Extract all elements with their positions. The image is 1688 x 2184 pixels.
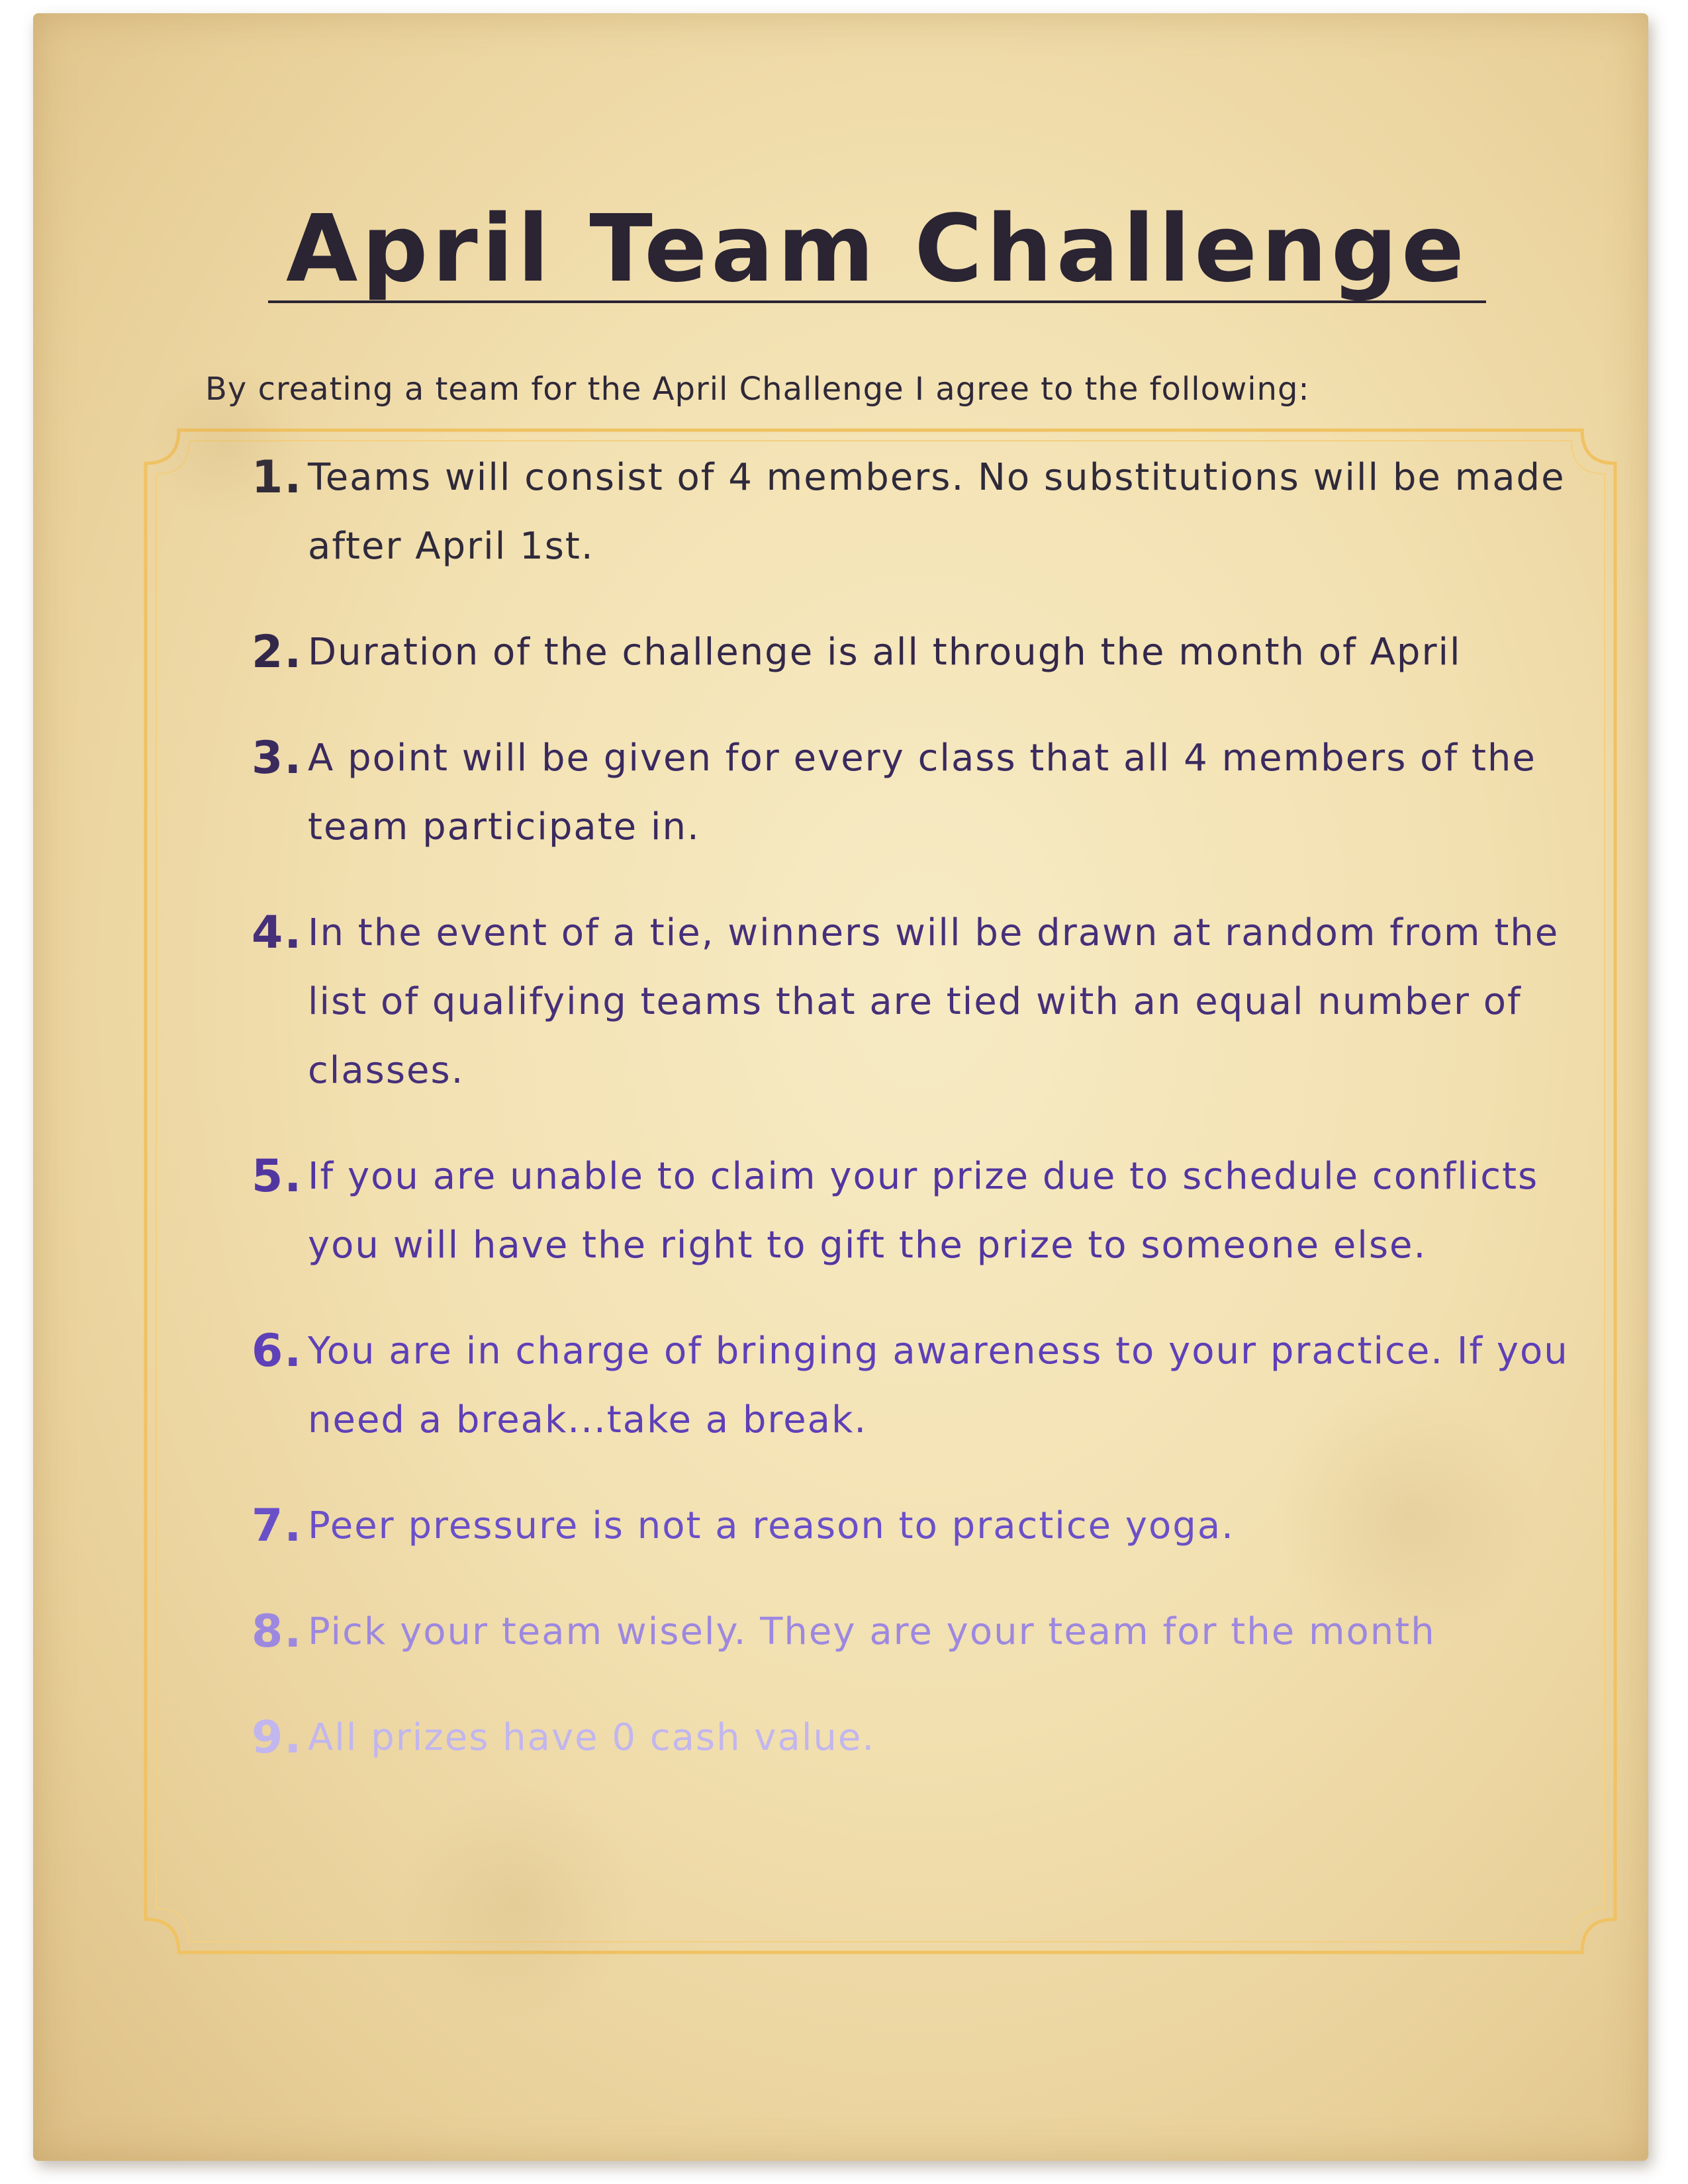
list-item: 3. A point will be given for every class… <box>252 724 1569 862</box>
title-underline <box>268 300 1486 303</box>
rules-frame: 1. Teams will consist of 4 members. No s… <box>139 424 1622 1959</box>
rule-text: You are in charge of bringing awareness … <box>308 1330 1569 1441</box>
list-item: 8. Pick your team wisely. They are your … <box>252 1598 1569 1666</box>
list-item: 2. Duration of the challenge is all thro… <box>252 618 1569 687</box>
rule-number: 6. <box>252 1325 303 1377</box>
list-item: 7. Peer pressure is not a reason to prac… <box>252 1492 1569 1561</box>
list-item: 5. If you are unable to claim your prize… <box>252 1142 1569 1280</box>
rule-number: 1. <box>252 451 303 504</box>
rule-text: Teams will consist of 4 members. No subs… <box>308 456 1566 568</box>
rule-number: 4. <box>252 907 303 959</box>
list-item: 9. All prizes have 0 cash value. <box>252 1704 1569 1772</box>
rule-text: All prizes have 0 cash value. <box>308 1716 876 1759</box>
intro-text: By creating a team for the April Challen… <box>205 371 1310 408</box>
rule-text: A point will be given for every class th… <box>308 737 1536 848</box>
rule-number: 8. <box>252 1606 303 1658</box>
rule-number: 3. <box>252 732 303 784</box>
rule-number: 7. <box>252 1500 303 1552</box>
rules-list: 1. Teams will consist of 4 members. No s… <box>252 443 1569 1809</box>
page-title: April Team Challenge <box>286 195 1468 303</box>
list-item: 4. In the event of a tie, winners will b… <box>252 899 1569 1105</box>
rule-text: Duration of the challenge is all through… <box>308 631 1462 674</box>
rule-number: 9. <box>252 1711 303 1764</box>
paper-sheet: April Team Challenge By creating a team … <box>33 13 1648 2161</box>
rule-number: 5. <box>252 1150 303 1203</box>
rule-text: Pick your team wisely. They are your tea… <box>308 1610 1436 1653</box>
rule-text: In the event of a tie, winners will be d… <box>308 911 1560 1092</box>
list-item: 1. Teams will consist of 4 members. No s… <box>252 443 1569 581</box>
rule-number: 2. <box>252 626 303 678</box>
rule-text: If you are unable to claim your prize du… <box>308 1155 1539 1267</box>
list-item: 6. You are in charge of bringing awarene… <box>252 1317 1569 1455</box>
rule-text: Peer pressure is not a reason to practic… <box>308 1504 1235 1547</box>
